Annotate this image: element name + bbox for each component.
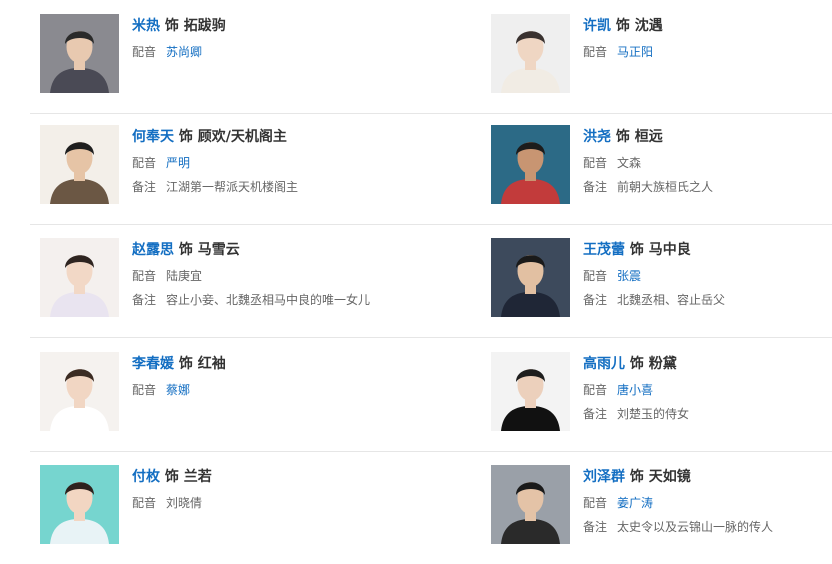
role-name: 马中良 (648, 242, 691, 258)
actor-photo[interactable] (40, 352, 119, 431)
portrait-image (40, 352, 119, 431)
note-text: 容止小妾、北魏丞相马中良的唯一女儿 (166, 293, 371, 307)
as-word: 饰 (629, 356, 644, 372)
voice-actor-link[interactable]: 苏尚卿 (166, 45, 202, 59)
voice-actor-text: 刘晓倩 (166, 496, 203, 510)
actor-name-link[interactable]: 王茂蕾 (583, 242, 625, 258)
cast-row: 李春媛 饰 红袖 配音 蔡娜 高雨儿 饰 粉黛 配音 唐小喜 备注 刘楚玉的侍女 (30, 338, 832, 452)
voice-actor-link[interactable]: 马正阳 (617, 45, 653, 59)
voice-actor-link[interactable]: 张震 (617, 269, 641, 283)
actor-name-link[interactable]: 李春媛 (132, 356, 174, 372)
portrait-image (40, 238, 119, 317)
actor-photo[interactable] (491, 238, 570, 317)
role-name: 兰若 (183, 469, 212, 485)
actor-photo[interactable] (40, 465, 119, 544)
voice-actor-link[interactable]: 蔡娜 (166, 383, 190, 397)
cast-item: 王茂蕾 饰 马中良 配音 张震 备注 北魏丞相、容止岳父 (491, 238, 831, 318)
note-text: 刘楚玉的侍女 (617, 407, 690, 421)
note-text: 江湖第一帮派天机楼阁主 (166, 180, 299, 194)
note-label: 备注 (583, 520, 608, 534)
as-word: 饰 (178, 242, 193, 258)
voice-actor-link[interactable]: 姜广涛 (617, 496, 653, 510)
cast-list: 米热 饰 拓跋驹 配音 苏尚卿 许凯 饰 沈遇 配音 马正阳 何奉天 饰 顾欢/… (0, 0, 832, 563)
portrait-image (40, 465, 119, 544)
cast-item: 高雨儿 饰 粉黛 配音 唐小喜 备注 刘楚玉的侍女 (491, 352, 831, 432)
as-word: 饰 (629, 242, 644, 258)
actor-photo[interactable] (40, 238, 119, 317)
cast-item: 李春媛 饰 红袖 配音 蔡娜 (40, 352, 480, 432)
cast-item: 赵露思 饰 马雪云 配音 陆庚宜 备注 容止小妾、北魏丞相马中良的唯一女儿 (40, 238, 480, 318)
role-name: 顾欢/天机阁主 (197, 129, 287, 145)
as-word: 饰 (615, 18, 630, 34)
portrait-image (491, 14, 570, 93)
role-name: 红袖 (197, 356, 226, 372)
as-word: 饰 (615, 129, 630, 145)
cast-row: 付枚 饰 兰若 配音 刘晓倩 刘泽群 饰 天如镜 配音 姜广涛 备注 太史令以及… (30, 451, 832, 564)
voice-actor-link[interactable]: 唐小喜 (617, 383, 653, 397)
role-name: 拓跋驹 (183, 18, 226, 34)
portrait-image (491, 465, 570, 544)
portrait-image (491, 238, 570, 317)
voice-label: 配音 (583, 383, 608, 397)
voice-label: 配音 (583, 496, 608, 510)
cast-item: 付枚 饰 兰若 配音 刘晓倩 (40, 465, 480, 545)
note-label: 备注 (583, 407, 608, 421)
voice-actor-link[interactable]: 严明 (166, 156, 190, 170)
voice-label: 配音 (583, 269, 608, 283)
actor-name-link[interactable]: 付枚 (132, 469, 160, 485)
cast-item: 刘泽群 饰 天如镜 配音 姜广涛 备注 太史令以及云锦山一脉的传人 (491, 465, 831, 545)
as-word: 饰 (178, 356, 193, 372)
cast-item: 何奉天 饰 顾欢/天机阁主 配音 严明 备注 江湖第一帮派天机楼阁主 (40, 125, 480, 205)
actor-name-link[interactable]: 许凯 (583, 18, 611, 34)
note-label: 备注 (583, 180, 608, 194)
cast-row: 何奉天 饰 顾欢/天机阁主 配音 严明 备注 江湖第一帮派天机楼阁主 洪尧 饰 桓远 (30, 111, 832, 225)
as-word: 饰 (178, 129, 193, 145)
note-label: 备注 (132, 180, 157, 194)
portrait-image (40, 14, 119, 93)
portrait-image (40, 125, 119, 204)
note-text: 前朝大族桓氏之人 (617, 180, 714, 194)
cast-row: 赵露思 饰 马雪云 配音 陆庚宜 备注 容止小妾、北魏丞相马中良的唯一女儿 王茂蕾 … (30, 224, 832, 338)
as-word: 饰 (164, 469, 179, 485)
voice-label: 配音 (132, 269, 157, 283)
voice-label: 配音 (132, 496, 157, 510)
actor-photo[interactable] (491, 352, 570, 431)
cast-row: 米热 饰 拓跋驹 配音 苏尚卿 许凯 饰 沈遇 配音 马正阳 (30, 0, 832, 114)
voice-label: 配音 (583, 45, 608, 59)
actor-photo[interactable] (491, 125, 570, 204)
note-label: 备注 (583, 293, 608, 307)
actor-name-link[interactable]: 洪尧 (583, 129, 611, 145)
actor-name-link[interactable]: 刘泽群 (583, 469, 625, 485)
as-word: 饰 (164, 18, 179, 34)
actor-photo[interactable] (491, 465, 570, 544)
cast-item: 洪尧 饰 桓远 配音 文森 备注 前朝大族桓氏之人 (491, 125, 831, 205)
voice-label: 配音 (132, 156, 157, 170)
portrait-image (491, 125, 570, 204)
voice-actor-text: 文森 (617, 156, 642, 170)
voice-label: 配音 (132, 383, 157, 397)
role-name: 天如镜 (648, 469, 691, 485)
role-name: 沈遇 (634, 18, 663, 34)
voice-label: 配音 (583, 156, 608, 170)
note-text: 太史令以及云锦山一脉的传人 (617, 520, 774, 534)
portrait-image (491, 352, 570, 431)
role-name: 粉黛 (648, 356, 677, 372)
actor-photo[interactable] (40, 14, 119, 93)
cast-item: 米热 饰 拓跋驹 配音 苏尚卿 (40, 14, 480, 94)
role-name: 桓远 (634, 129, 663, 145)
note-label: 备注 (132, 293, 157, 307)
as-word: 饰 (629, 469, 644, 485)
actor-name-link[interactable]: 赵露思 (132, 242, 174, 258)
voice-label: 配音 (132, 45, 157, 59)
actor-name-link[interactable]: 何奉天 (132, 129, 174, 145)
voice-actor-text: 陆庚宜 (166, 269, 203, 283)
actor-photo[interactable] (491, 14, 570, 93)
actor-photo[interactable] (40, 125, 119, 204)
actor-name-link[interactable]: 米热 (132, 18, 160, 34)
note-text: 北魏丞相、容止岳父 (617, 293, 726, 307)
role-name: 马雪云 (197, 242, 240, 258)
cast-item: 许凯 饰 沈遇 配音 马正阳 (491, 14, 831, 94)
actor-name-link[interactable]: 高雨儿 (583, 356, 625, 372)
